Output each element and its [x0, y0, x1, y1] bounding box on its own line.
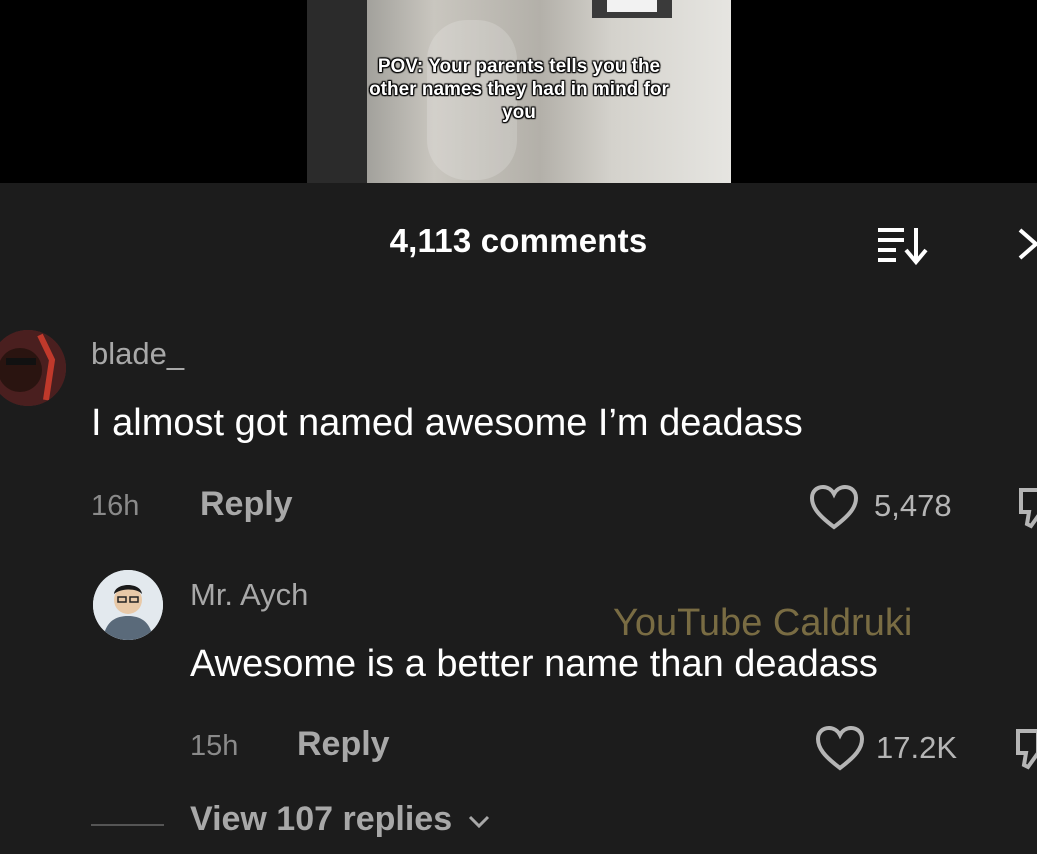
avatar-portrait-icon: [93, 570, 163, 640]
heart-icon[interactable]: [808, 483, 860, 531]
view-replies-button[interactable]: View 107 replies: [190, 800, 492, 839]
reply-button[interactable]: Reply: [200, 485, 293, 524]
comment-username[interactable]: blade_: [91, 336, 184, 372]
chevron-down-icon: [468, 815, 489, 829]
reply-username[interactable]: Mr. Aych: [190, 577, 308, 613]
like-count: 17.2K: [876, 730, 958, 765]
comment-text: I almost got named awesome I’m deadass: [91, 402, 803, 444]
dislike-icon[interactable]: [1012, 725, 1037, 773]
close-chevron-icon[interactable]: [1012, 224, 1037, 264]
reply-timestamp: 15h: [190, 730, 239, 762]
watermark-text: YouTube Caldruki: [613, 602, 913, 644]
heart-icon[interactable]: [814, 724, 866, 772]
view-replies-label: View 107 replies: [190, 800, 453, 838]
reply-text: Awesome is a better name than deadass: [190, 643, 878, 685]
video-thumbnail[interactable]: POV: Your parents tells you the other na…: [307, 0, 731, 183]
like-count: 5,478: [874, 488, 952, 523]
thread-divider: [91, 824, 164, 826]
sort-list-icon[interactable]: [874, 222, 934, 268]
avatar[interactable]: [93, 570, 163, 640]
video-window-light: [607, 0, 657, 12]
dislike-icon[interactable]: [1015, 484, 1037, 532]
avatar[interactable]: [0, 330, 66, 406]
video-caption: POV: Your parents tells you the other na…: [369, 56, 669, 123]
avatar-portrait-icon: [0, 330, 66, 406]
comment-timestamp: 16h: [91, 490, 140, 522]
reply-button[interactable]: Reply: [297, 725, 390, 764]
